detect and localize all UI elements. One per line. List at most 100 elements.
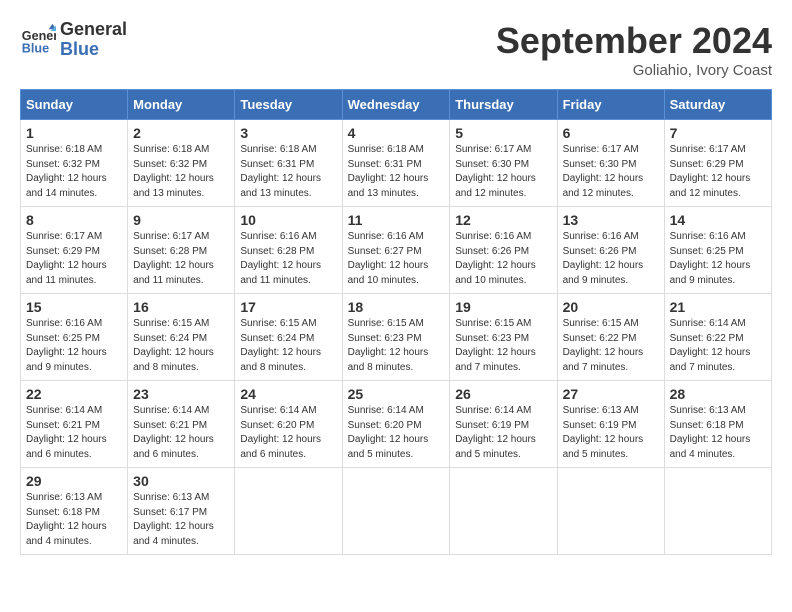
calendar-day-cell: 14 Sunrise: 6:16 AM Sunset: 6:25 PM Dayli… — [664, 207, 771, 294]
title-area: September 2024 Goliahio, Ivory Coast — [496, 20, 772, 79]
header: General Blue General Blue September 2024… — [20, 20, 772, 79]
day-number: 13 — [563, 212, 659, 228]
day-number: 15 — [26, 299, 122, 315]
calendar-day-cell: 16 Sunrise: 6:15 AM Sunset: 6:24 PM Dayli… — [128, 294, 235, 381]
day-info: Sunrise: 6:15 AM Sunset: 6:23 PM Dayligh… — [348, 317, 445, 375]
calendar-day-cell — [342, 468, 450, 555]
calendar-day-cell: 8 Sunrise: 6:17 AM Sunset: 6:29 PM Daylig… — [21, 207, 128, 294]
calendar-day-cell: 9Sunrise: 6:17 AM Sunset: 6:28 PM Daylig… — [128, 207, 235, 294]
weekday-header-cell: Friday — [557, 90, 664, 120]
calendar-day-cell: 2 Sunrise: 6:18 AM Sunset: 6:32 PM Daylig… — [128, 120, 235, 207]
day-number: 19 — [455, 299, 551, 315]
calendar-body: 1 Sunrise: 6:18 AM Sunset: 6:32 PM Daylig… — [21, 120, 772, 555]
day-number: 17 — [240, 299, 336, 315]
month-title: September 2024 — [496, 20, 772, 62]
day-number: 10 — [240, 212, 336, 228]
calendar-day-cell: 20 Sunrise: 6:15 AM Sunset: 6:22 PM Dayli… — [557, 294, 664, 381]
day-info: Sunrise: 6:14 AM Sunset: 6:20 PM Dayligh… — [348, 404, 445, 462]
day-info: Sunrise: 6:17 AM Sunset: 6:29 PM Dayligh… — [670, 143, 766, 201]
calendar-week-row: 22 Sunrise: 6:14 AM Sunset: 6:21 PM Dayli… — [21, 381, 772, 468]
day-number: 25 — [348, 386, 445, 402]
calendar-day-cell: 1Sunrise: 6:18 AM Sunset: 6:32 PM Daylig… — [21, 120, 128, 207]
day-info: Sunrise: 6:16 AM Sunset: 6:26 PM Dayligh… — [455, 230, 551, 288]
calendar-day-cell: 6 Sunrise: 6:17 AM Sunset: 6:30 PM Daylig… — [557, 120, 664, 207]
day-info: Sunrise: 6:14 AM Sunset: 6:19 PM Dayligh… — [455, 404, 551, 462]
day-number: 6 — [563, 125, 659, 141]
calendar-day-cell: 11 Sunrise: 6:16 AM Sunset: 6:27 PM Dayli… — [342, 207, 450, 294]
logo: General Blue General Blue — [20, 20, 127, 60]
calendar-week-row: 8 Sunrise: 6:17 AM Sunset: 6:29 PM Daylig… — [21, 207, 772, 294]
calendar-week-row: 1 Sunrise: 6:18 AM Sunset: 6:32 PM Daylig… — [21, 120, 772, 207]
calendar-day-cell: 7 Sunrise: 6:17 AM Sunset: 6:29 PM Daylig… — [664, 120, 771, 207]
day-number: 5 — [455, 125, 551, 141]
calendar-day-cell: 18Sunrise: 6:15 AM Sunset: 6:23 PM Dayli… — [342, 294, 450, 381]
calendar-day-cell: 30Sunrise: 6:13 AM Sunset: 6:17 PM Dayli… — [128, 468, 235, 555]
weekday-header-cell: Thursday — [450, 90, 557, 120]
day-info: Sunrise: 6:18 AM Sunset: 6:32 PM Dayligh… — [133, 143, 229, 201]
day-number: 2 — [133, 125, 229, 141]
day-info: Sunrise: 6:16 AM Sunset: 6:28 PM Dayligh… — [240, 230, 336, 288]
calendar-day-cell — [557, 468, 664, 555]
weekday-header-row: SundayMondayTuesdayWednesdayThursdayFrid… — [21, 90, 772, 120]
calendar-day-cell: 24 Sunrise: 6:14 AM Sunset: 6:20 PM Dayli… — [235, 381, 342, 468]
day-info: Sunrise: 6:16 AM Sunset: 6:27 PM Dayligh… — [348, 230, 445, 288]
day-number: 12 — [455, 212, 551, 228]
day-number: 3 — [240, 125, 336, 141]
calendar-day-cell: 23Sunrise: 6:14 AM Sunset: 6:21 PM Dayli… — [128, 381, 235, 468]
calendar-day-cell: 4Sunrise: 6:18 AM Sunset: 6:31 PM Daylig… — [342, 120, 450, 207]
day-number: 22 — [26, 386, 122, 402]
day-number: 7 — [670, 125, 766, 141]
calendar-day-cell: 22 Sunrise: 6:14 AM Sunset: 6:21 PM Dayli… — [21, 381, 128, 468]
day-info: Sunrise: 6:16 AM Sunset: 6:26 PM Dayligh… — [563, 230, 659, 288]
day-info: Sunrise: 6:14 AM Sunset: 6:20 PM Dayligh… — [240, 404, 336, 462]
day-number: 21 — [670, 299, 766, 315]
calendar-day-cell: 3 Sunrise: 6:18 AM Sunset: 6:31 PM Daylig… — [235, 120, 342, 207]
calendar-day-cell: 25 Sunrise: 6:14 AM Sunset: 6:20 PM Dayli… — [342, 381, 450, 468]
day-number: 14 — [670, 212, 766, 228]
day-number: 1 — [26, 125, 122, 141]
calendar-day-cell: 13 Sunrise: 6:16 AM Sunset: 6:26 PM Dayli… — [557, 207, 664, 294]
calendar-day-cell: 10 Sunrise: 6:16 AM Sunset: 6:28 PM Dayli… — [235, 207, 342, 294]
logo-line2: Blue — [60, 40, 127, 60]
weekday-header-cell: Monday — [128, 90, 235, 120]
day-number: 26 — [455, 386, 551, 402]
calendar-day-cell — [450, 468, 557, 555]
calendar-table: SundayMondayTuesdayWednesdayThursdayFrid… — [20, 89, 772, 555]
day-info: Sunrise: 6:13 AM Sunset: 6:18 PM Dayligh… — [670, 404, 766, 462]
day-info: Sunrise: 6:17 AM Sunset: 6:30 PM Dayligh… — [563, 143, 659, 201]
day-info: Sunrise: 6:17 AM Sunset: 6:29 PM Dayligh… — [26, 230, 122, 288]
day-info: Sunrise: 6:18 AM Sunset: 6:31 PM Dayligh… — [240, 143, 336, 201]
day-info: Sunrise: 6:13 AM Sunset: 6:18 PM Dayligh… — [26, 491, 122, 549]
day-info: Sunrise: 6:13 AM Sunset: 6:19 PM Dayligh… — [563, 404, 659, 462]
calendar-week-row: 29 Sunrise: 6:13 AM Sunset: 6:18 PM Dayli… — [21, 468, 772, 555]
calendar-day-cell: 17Sunrise: 6:15 AM Sunset: 6:24 PM Dayli… — [235, 294, 342, 381]
day-number: 30 — [133, 473, 229, 489]
day-number: 24 — [240, 386, 336, 402]
calendar-day-cell: 28Sunrise: 6:13 AM Sunset: 6:18 PM Dayli… — [664, 381, 771, 468]
calendar-day-cell: 5Sunrise: 6:17 AM Sunset: 6:30 PM Daylig… — [450, 120, 557, 207]
weekday-header-cell: Saturday — [664, 90, 771, 120]
day-info: Sunrise: 6:15 AM Sunset: 6:22 PM Dayligh… — [563, 317, 659, 375]
svg-text:Blue: Blue — [22, 41, 49, 55]
location: Goliahio, Ivory Coast — [496, 62, 772, 79]
day-number: 23 — [133, 386, 229, 402]
calendar-week-row: 15Sunrise: 6:16 AM Sunset: 6:25 PM Dayli… — [21, 294, 772, 381]
calendar-day-cell: 29 Sunrise: 6:13 AM Sunset: 6:18 PM Dayli… — [21, 468, 128, 555]
day-info: Sunrise: 6:15 AM Sunset: 6:24 PM Dayligh… — [133, 317, 229, 375]
calendar-day-cell — [235, 468, 342, 555]
day-number: 29 — [26, 473, 122, 489]
calendar-day-cell: 27 Sunrise: 6:13 AM Sunset: 6:19 PM Dayli… — [557, 381, 664, 468]
calendar-day-cell: 26 Sunrise: 6:14 AM Sunset: 6:19 PM Dayli… — [450, 381, 557, 468]
day-number: 20 — [563, 299, 659, 315]
day-info: Sunrise: 6:14 AM Sunset: 6:21 PM Dayligh… — [26, 404, 122, 462]
day-number: 27 — [563, 386, 659, 402]
calendar-day-cell: 21Sunrise: 6:14 AM Sunset: 6:22 PM Dayli… — [664, 294, 771, 381]
day-number: 8 — [26, 212, 122, 228]
day-number: 11 — [348, 212, 445, 228]
day-info: Sunrise: 6:16 AM Sunset: 6:25 PM Dayligh… — [670, 230, 766, 288]
weekday-header-cell: Wednesday — [342, 90, 450, 120]
day-number: 4 — [348, 125, 445, 141]
weekday-header-cell: Tuesday — [235, 90, 342, 120]
calendar-day-cell: 12 Sunrise: 6:16 AM Sunset: 6:26 PM Dayli… — [450, 207, 557, 294]
day-number: 16 — [133, 299, 229, 315]
